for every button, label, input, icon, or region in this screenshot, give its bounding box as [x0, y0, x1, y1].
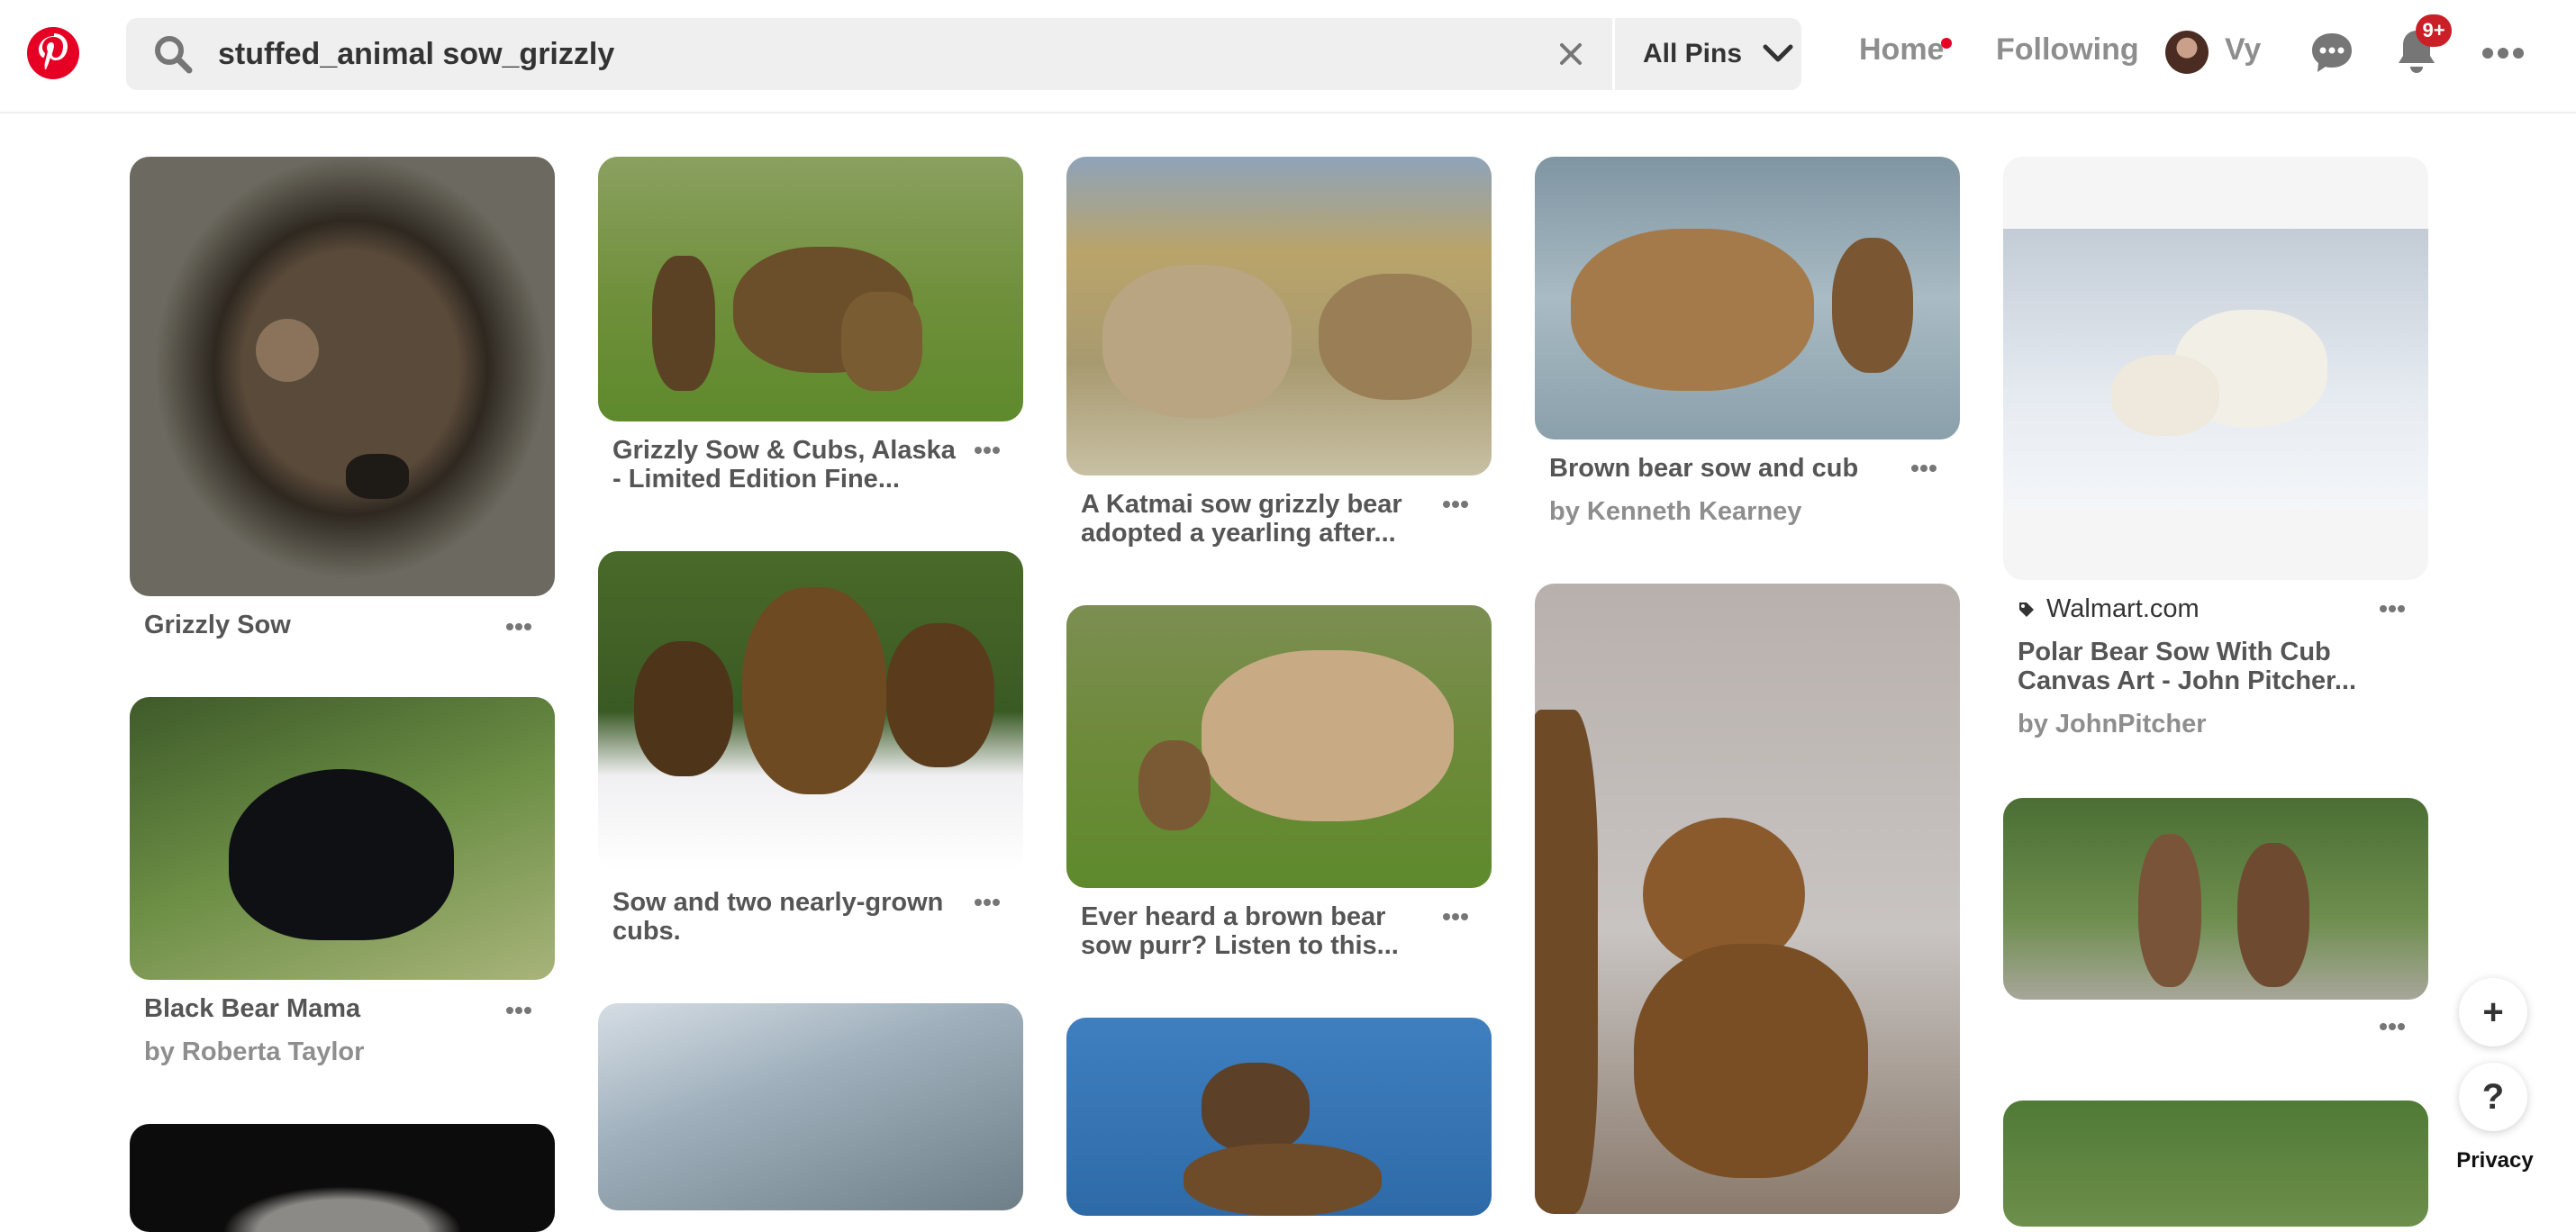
search-bar: All Pins	[126, 18, 1801, 90]
chevron-down-icon	[1763, 44, 1793, 62]
messages-icon[interactable]	[2309, 31, 2354, 76]
pin-image-sitting-cub[interactable]	[1535, 584, 1960, 1214]
pin-image-cubs-playing[interactable]	[2003, 798, 2428, 1000]
nav-home[interactable]: Home	[1859, 32, 1944, 68]
pin-card[interactable]	[2003, 798, 2428, 1041]
pin-filter-dropdown[interactable]: All Pins	[1643, 18, 1794, 90]
pin-image-brown-bear-purr[interactable]	[1066, 605, 1492, 888]
help-button[interactable]: ?	[2459, 1063, 2527, 1131]
avatar[interactable]	[2165, 31, 2209, 74]
pin-title[interactable]: A Katmai sow grizzly bear adopted a year…	[1081, 490, 1432, 548]
filter-label: All Pins	[1643, 39, 1743, 68]
top-bar: All Pins Home Following Vy 9+	[0, 0, 2576, 113]
pin-author[interactable]: by Kenneth Kearney	[1549, 497, 1801, 527]
profile-name[interactable]: Vy	[2225, 32, 2261, 68]
pin-source-domain: Walmart.com	[2046, 594, 2200, 623]
pin-card[interactable]: Black Bear Mama by Roberta Taylor	[130, 697, 555, 1075]
pin-title[interactable]: Black Bear Mama	[144, 994, 495, 1023]
pin-card[interactable]: A Katmai sow grizzly bear adopted a year…	[1066, 157, 1492, 553]
pin-image-bears-in-water[interactable]	[1066, 1018, 1492, 1216]
pin-more-icon[interactable]	[2380, 1023, 2405, 1030]
pin-image-black-bear[interactable]	[130, 697, 555, 980]
pin-title[interactable]: Brown bear sow and cub	[1549, 454, 1900, 483]
pin-more-icon[interactable]	[506, 623, 531, 630]
pin-card[interactable]	[1535, 584, 1960, 1214]
pin-more-icon[interactable]	[1443, 913, 1468, 920]
pin-more-icon[interactable]	[975, 899, 1000, 906]
pin-card[interactable]	[2003, 1101, 2428, 1227]
clear-search-icon[interactable]	[1556, 40, 1585, 68]
pin-card[interactable]: Brown bear sow and cub by Kenneth Kearne…	[1535, 157, 1960, 535]
search-divider	[1612, 18, 1615, 90]
privacy-link[interactable]: Privacy	[2446, 1146, 2544, 1176]
pin-author[interactable]: by JohnPitcher	[2018, 710, 2207, 739]
pin-author[interactable]: by Roberta Taylor	[144, 1037, 364, 1067]
more-options-icon[interactable]	[2482, 47, 2524, 59]
pin-more-icon[interactable]	[975, 447, 1000, 454]
search-icon	[155, 36, 193, 74]
pin-card[interactable]: Grizzly Sow	[130, 157, 555, 661]
notification-count-badge: 9+	[2416, 14, 2452, 47]
pin-card[interactable]: Walmart.com Polar Bear Sow With Cub Canv…	[2003, 157, 2428, 751]
pin-more-icon[interactable]	[506, 1007, 531, 1014]
tag-icon	[2019, 602, 2034, 617]
add-pin-button[interactable]: +	[2459, 978, 2527, 1046]
pin-title[interactable]: Sow and two nearly-grown cubs.	[612, 888, 964, 946]
search-input[interactable]	[218, 18, 1659, 90]
pin-card[interactable]: Sow and two nearly-grown cubs.	[598, 551, 1023, 956]
pin-image-polar-bear-canvas[interactable]	[2003, 157, 2428, 580]
pin-card[interactable]: Ever heard a brown bear sow purr? Listen…	[1066, 605, 1492, 965]
pin-source[interactable]: Walmart.com	[2018, 594, 2200, 624]
pin-more-icon[interactable]	[1911, 465, 1937, 472]
pin-title[interactable]: Ever heard a brown bear sow purr? Listen…	[1081, 902, 1432, 960]
pin-title[interactable]: Grizzly Sow & Cubs, Alaska - Limited Edi…	[612, 436, 964, 494]
pin-more-icon[interactable]	[2380, 605, 2405, 612]
pin-image-grizzly-sow-cubs-alaska[interactable]	[598, 157, 1023, 421]
pin-image-bear-green[interactable]	[2003, 1101, 2428, 1227]
pin-image-grizzly-face[interactable]	[130, 157, 555, 596]
nav-following[interactable]: Following	[1996, 32, 2139, 68]
pin-card[interactable]	[130, 1124, 555, 1232]
pin-image-bear-misty-tree[interactable]	[598, 1003, 1023, 1210]
pin-image-bear-dark[interactable]	[130, 1124, 555, 1232]
pin-image-katmai-sow[interactable]	[1066, 157, 1492, 476]
pin-card[interactable]	[598, 1003, 1023, 1210]
pin-image-sow-two-cubs-snow[interactable]	[598, 551, 1023, 872]
pin-image-brown-bear-sow-cub[interactable]	[1535, 157, 1960, 439]
pin-card[interactable]: Grizzly Sow & Cubs, Alaska - Limited Edi…	[598, 157, 1023, 499]
pin-more-icon[interactable]	[1443, 501, 1468, 508]
pinterest-logo-icon[interactable]	[27, 27, 79, 79]
pin-title[interactable]: Polar Bear Sow With Cub Canvas Art - Joh…	[2018, 638, 2369, 695]
pin-card[interactable]	[1066, 1018, 1492, 1216]
home-notification-dot	[1941, 38, 1952, 49]
pin-title[interactable]: Grizzly Sow	[144, 611, 495, 639]
